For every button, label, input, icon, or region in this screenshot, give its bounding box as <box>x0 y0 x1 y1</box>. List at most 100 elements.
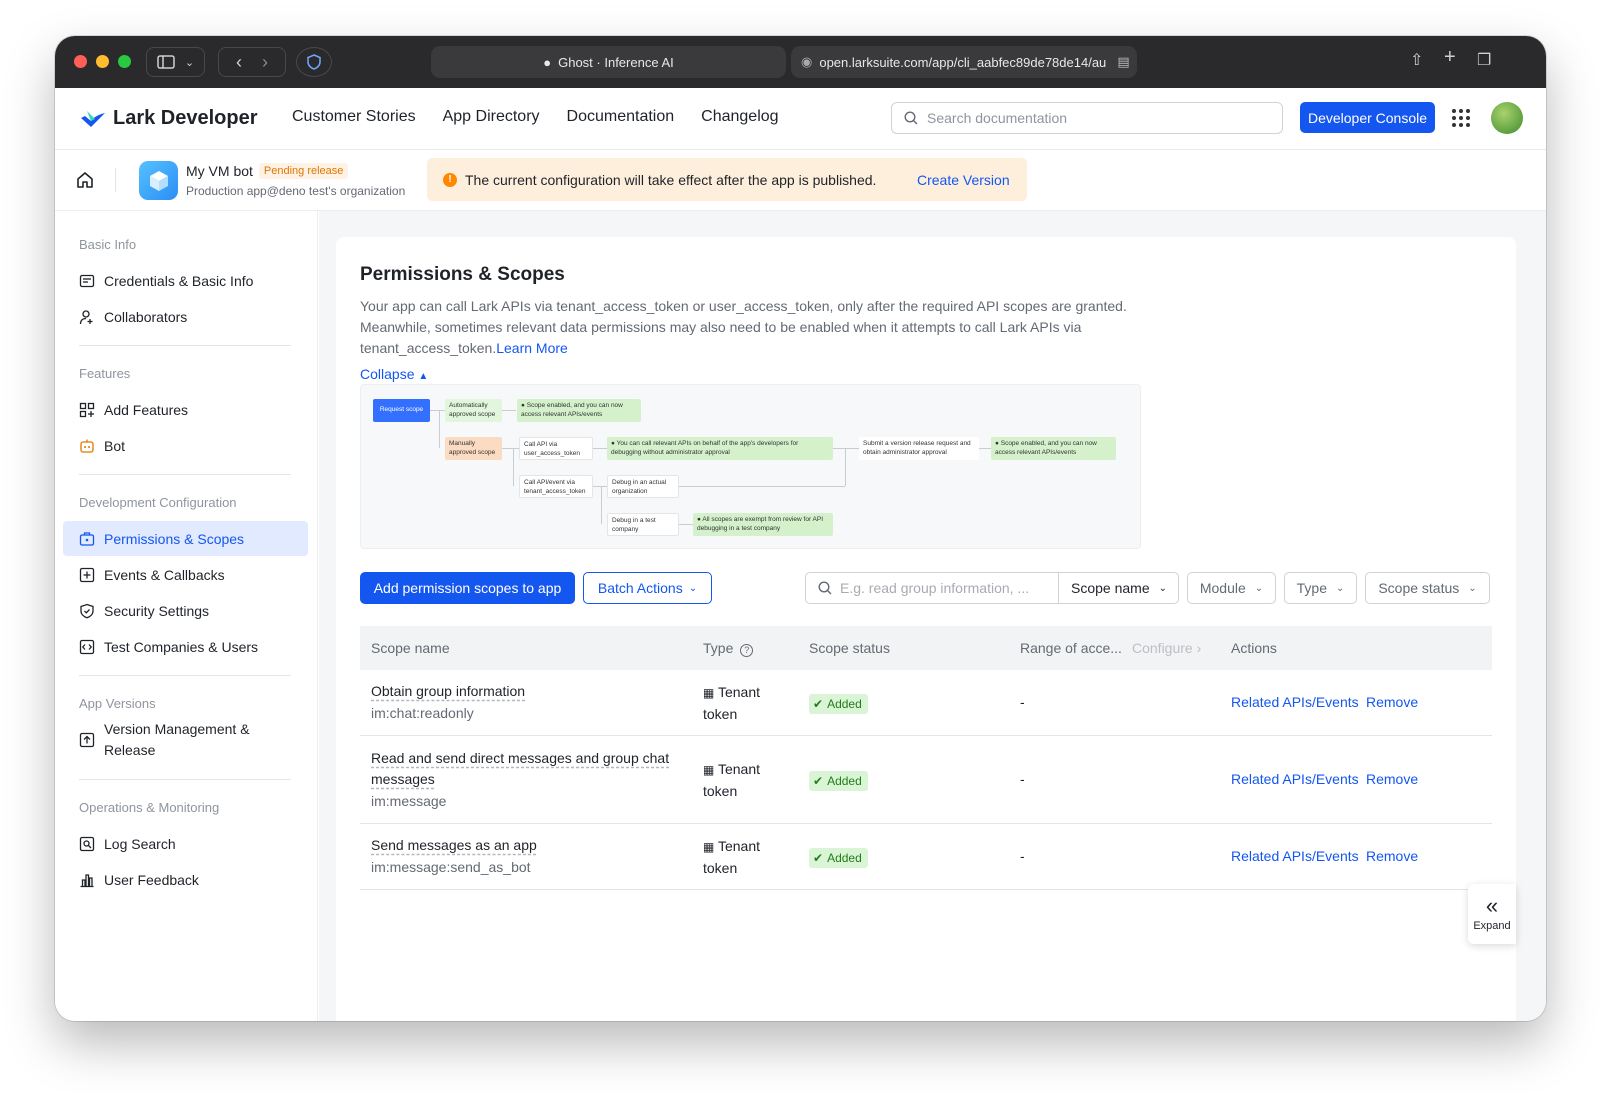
browser-tab[interactable]: ● Ghost · Inference AI <box>431 46 786 78</box>
flow-call-user: Call API via user_access_token <box>519 437 593 460</box>
sidebar-item-bot[interactable]: Bot <box>63 428 308 463</box>
create-version-link[interactable]: Create Version <box>917 172 1010 188</box>
flow-auto-approved: Automatically approved scope <box>445 399 502 422</box>
sidebar-item-label: Add Features <box>104 401 189 418</box>
related-apis-link[interactable]: Related APIs/Events <box>1231 694 1359 710</box>
related-apis-link[interactable]: Related APIs/Events <box>1231 771 1359 787</box>
chevron-down-icon: ⌄ <box>1254 582 1264 594</box>
add-permission-scopes-button[interactable]: Add permission scopes to app <box>360 572 575 604</box>
sidebar-item-permissions[interactable]: Permissions & Scopes <box>63 521 308 556</box>
ghost-icon: ● <box>543 54 552 70</box>
sidebar-item-events[interactable]: Events & Callbacks <box>63 557 308 592</box>
sidebar-item-label: User Feedback <box>104 871 199 888</box>
page-description: Your app can call Lark APIs via tenant_a… <box>360 296 1140 359</box>
app-name-text: My VM bot <box>186 163 253 179</box>
sidebar-item-security[interactable]: Security Settings <box>63 593 308 628</box>
app-title: My VM bot Pending release <box>186 163 349 179</box>
search-field-select[interactable]: Scope name ⌄ <box>1059 580 1167 596</box>
reader-icon[interactable]: ▤ <box>1117 54 1129 70</box>
sidebar-item-label: Security Settings <box>104 602 210 619</box>
minimize-window-button[interactable] <box>96 55 109 68</box>
developer-console-button[interactable]: Developer Console <box>1300 102 1435 133</box>
scope-name[interactable]: Read and send direct messages and group … <box>371 748 681 790</box>
grid-icon: ▦ <box>703 840 715 854</box>
close-window-button[interactable] <box>74 55 87 68</box>
back-icon[interactable]: ‹ <box>236 52 242 73</box>
flow-exempt: ● All scopes are exempt from review for … <box>693 513 833 536</box>
column-range: Range of acce... <box>1020 640 1122 656</box>
flow-connector <box>430 410 445 411</box>
column-actions: Actions <box>1231 640 1277 656</box>
user-avatar[interactable] <box>1491 102 1523 134</box>
flow-auto-result: ● Scope enabled, and you can now access … <box>517 399 641 422</box>
page-title: Permissions & Scopes <box>360 264 565 285</box>
type-filter[interactable]: Type ⌄ <box>1284 572 1357 604</box>
remove-link[interactable]: Remove <box>1366 771 1418 787</box>
batch-actions-button[interactable]: Batch Actions ⌄ <box>583 572 712 604</box>
sidebar-group-basic-info: Basic Info <box>79 237 137 252</box>
sidebar-item-credentials[interactable]: Credentials & Basic Info <box>63 263 308 298</box>
collapse-toggle[interactable]: Collapse ▲ <box>360 366 428 382</box>
forward-icon[interactable]: › <box>262 52 268 73</box>
flow-connector <box>513 448 514 486</box>
module-filter[interactable]: Module ⌄ <box>1187 572 1276 604</box>
status-badge: ✔ Added <box>809 848 868 868</box>
collapse-label: Collapse <box>360 366 415 382</box>
sidebar-item-version-management[interactable]: Version Management & Release <box>63 718 308 762</box>
nav-link-documentation[interactable]: Documentation <box>567 108 675 126</box>
warning-icon: ! <box>443 172 457 187</box>
flow-user-result: ● You can call relevant APIs on behalf o… <box>607 437 833 460</box>
home-icon[interactable] <box>75 170 95 190</box>
tab-title: Ghost · Inference AI <box>558 54 674 70</box>
nav-link-app-directory[interactable]: App Directory <box>443 108 540 126</box>
new-tab-icon[interactable]: + <box>1444 46 1456 69</box>
flow-call-tenant: Call API/event via tenant_access_token <box>519 475 593 498</box>
sidebar-item-label: Events & Callbacks <box>104 566 225 583</box>
user-add-icon <box>79 309 93 324</box>
lark-logo[interactable]: Lark Developer <box>79 107 258 130</box>
briefcase-icon <box>79 531 95 546</box>
range-value: - <box>1020 771 1025 787</box>
scope-status-filter[interactable]: Scope status ⌄ <box>1365 572 1490 604</box>
help-icon[interactable]: ? <box>740 644 754 657</box>
flow-connector <box>679 524 693 525</box>
double-chevron-left-icon: « <box>1485 893 1499 918</box>
sidebar-item-log-search[interactable]: Log Search <box>63 826 308 861</box>
grid-icon: ▦ <box>703 763 715 777</box>
scope-search-input[interactable]: E.g. read group information, ... <box>806 573 1059 603</box>
remove-link[interactable]: Remove <box>1366 694 1418 710</box>
address-bar[interactable]: ◉ open.larksuite.com/app/cli_aabfec89de7… <box>791 46 1137 78</box>
log-search-icon <box>79 836 95 851</box>
sidebar-item-collaborators[interactable]: Collaborators <box>63 299 308 334</box>
configure-range-link[interactable]: Configure › <box>1132 640 1201 656</box>
doc-search-input[interactable]: Search documentation <box>891 102 1283 134</box>
scope-search-box: E.g. read group information, ... Scope n… <box>805 572 1179 604</box>
scope-name[interactable]: Send messages as an app <box>371 835 537 856</box>
nav-link-customer-stories[interactable]: Customer Stories <box>292 108 416 126</box>
flow-manual-approved: Manually approved scope <box>445 437 502 460</box>
sidebar-item-test-companies[interactable]: Test Companies & Users <box>63 629 308 664</box>
configure-label: Configure <box>1132 640 1193 656</box>
description-text: Your app can call Lark APIs via tenant_a… <box>360 298 1127 356</box>
sidebar-toggle-button[interactable]: ⌄ <box>146 47 205 77</box>
expand-panel-button[interactable]: « Expand <box>1468 884 1516 944</box>
expand-label: Expand <box>1473 920 1511 932</box>
password-manager-button[interactable] <box>296 47 332 77</box>
share-icon[interactable]: ⇧ <box>1410 50 1423 70</box>
sidebar-item-user-feedback[interactable]: User Feedback <box>63 862 308 897</box>
app-organization: Production app@deno test's organization <box>186 184 406 198</box>
sidebar-item-add-features[interactable]: Add Features <box>63 392 308 427</box>
remove-link[interactable]: Remove <box>1366 848 1418 864</box>
related-apis-link[interactable]: Related APIs/Events <box>1231 848 1359 864</box>
nav-link-changelog[interactable]: Changelog <box>701 108 778 126</box>
sidebar-group-features: Features <box>79 366 131 381</box>
flow-connector <box>593 448 607 449</box>
zoom-window-button[interactable] <box>118 55 131 68</box>
apps-grid-icon[interactable] <box>1452 109 1470 127</box>
learn-more-link[interactable]: Learn More <box>496 340 568 356</box>
id-card-icon <box>79 274 95 287</box>
scope-name[interactable]: Obtain group information <box>371 681 525 702</box>
tab-overview-icon[interactable]: ❐ <box>1477 50 1491 70</box>
sidebar: Basic Info Credentials & Basic Info Coll… <box>55 211 318 1021</box>
scope-code: im:message:send_as_bot <box>371 859 531 875</box>
